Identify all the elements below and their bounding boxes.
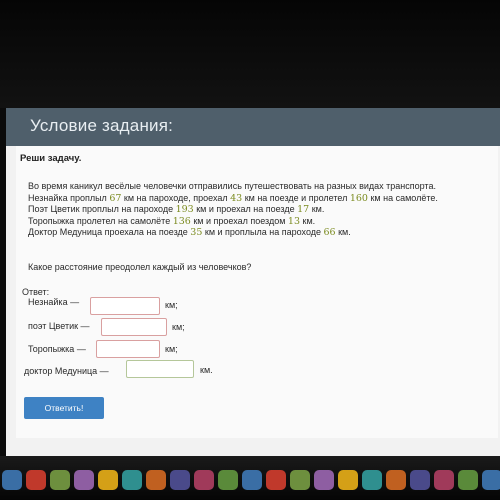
app-icon[interactable] [434, 470, 454, 490]
answer-label-tsvetik: поэт Цветик — [28, 321, 90, 331]
unit-label: км. [200, 365, 213, 375]
calendar-icon[interactable] [26, 470, 46, 490]
header-title: Условие задания: [30, 116, 174, 135]
text-segment: км. [335, 227, 351, 238]
app-icon[interactable] [98, 470, 118, 490]
text-segment: км и проплыла на пароходе [202, 227, 324, 238]
text-segment: Торопыжка пролетел на самолёте [28, 215, 173, 226]
app-icon[interactable] [482, 470, 500, 490]
app-icon[interactable] [314, 470, 334, 490]
app-icon[interactable] [242, 470, 262, 490]
answer-label-toropyzhka: Торопыжка — [28, 344, 86, 354]
answer-input-medunitsa[interactable] [126, 360, 194, 378]
unit-label: км; [165, 300, 178, 310]
app-icon[interactable] [170, 470, 190, 490]
app-icon[interactable] [146, 470, 166, 490]
text-segment: Доктор Медуница проехала на поезде [28, 227, 191, 238]
number-value: 43 [230, 192, 243, 204]
app-icon[interactable] [362, 470, 382, 490]
submit-button[interactable]: Ответить! [24, 397, 104, 419]
text-segment: Во время каникул весёлые человечки отпра… [28, 181, 436, 191]
number-value: 193 [175, 204, 194, 216]
app-icon[interactable] [458, 470, 478, 490]
text-segment: км на самолёте. [367, 192, 438, 203]
number-value: 67 [109, 192, 122, 204]
answer-label-neznayka: Незнайка — [28, 297, 80, 307]
text-segment: км. [300, 215, 316, 226]
app-icon[interactable] [266, 470, 286, 490]
number-value: 13 [287, 215, 300, 227]
answer-title: Ответ: [22, 287, 50, 297]
text-segment: км на пароходе, проехал [121, 192, 231, 203]
app-icon[interactable] [74, 470, 94, 490]
text-segment: км. [309, 204, 325, 215]
app-icon[interactable] [386, 470, 406, 490]
task-header: Условие задания: [6, 108, 500, 146]
app-icon[interactable] [410, 470, 430, 490]
problem-text: Во время каникул весёлые человечки отпра… [28, 181, 498, 239]
problem-line: Незнайка проплыл 67 км на пароходе, прое… [28, 193, 498, 205]
app-icon[interactable] [50, 470, 70, 490]
problem-line: Во время каникул весёлые человечки отпра… [28, 181, 498, 193]
answer-label-medunitsa: доктор Медуница — [24, 366, 109, 376]
number-value: 17 [297, 204, 310, 216]
app-icon[interactable] [2, 470, 22, 490]
task-instruction: Реши задачу. [20, 153, 82, 164]
problem-line: Доктор Медуница проехала на поезде 35 км… [28, 227, 498, 239]
app-icon[interactable] [218, 470, 238, 490]
text-segment: Поэт Цветик проплыл на пароходе [28, 204, 176, 215]
text-segment: Незнайка проплыл [28, 192, 110, 203]
answer-input-neznayka[interactable] [90, 297, 160, 315]
app-icon[interactable] [122, 470, 142, 490]
task-question: Какое расстояние преодолел каждый из чел… [28, 262, 252, 272]
app-icon[interactable] [290, 470, 310, 490]
app-icon[interactable] [194, 470, 214, 490]
text-segment: км и проехал поездом [190, 215, 288, 226]
screen-bezel-top [0, 0, 500, 108]
problem-line: Поэт Цветик проплыл на пароходе 193 км и… [28, 204, 498, 216]
unit-label: км; [172, 322, 185, 332]
number-value: 160 [349, 192, 368, 204]
answer-input-tsvetik[interactable] [101, 318, 167, 336]
app-icon[interactable] [338, 470, 358, 490]
dock [0, 466, 500, 494]
number-value: 35 [190, 227, 203, 239]
problem-line: Торопыжка пролетел на самолёте 136 км и … [28, 216, 498, 228]
answer-input-toropyzhka[interactable] [96, 340, 160, 358]
unit-label: км; [165, 344, 178, 354]
number-value: 66 [323, 227, 336, 239]
text-segment: км на поезде и пролетел [242, 192, 350, 203]
text-segment: км и проехал на поезде [193, 204, 298, 215]
number-value: 136 [172, 215, 191, 227]
